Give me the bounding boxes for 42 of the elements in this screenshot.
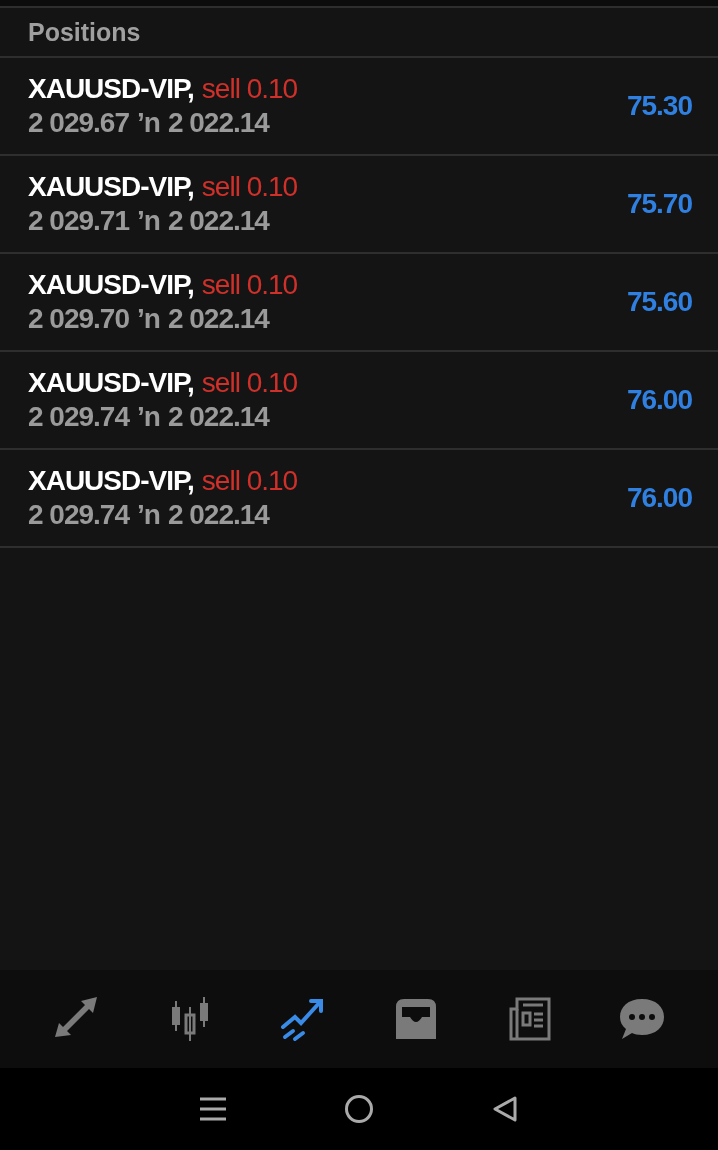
position-row[interactable]: XAUUSD-VIP, sell 0.10 2 029.71 ’n 2 022.14 75.70 [0,156,718,254]
order-side: sell 0.10 [201,465,298,497]
open-price: 2 029.70 [28,303,129,335]
order-side: sell 0.10 [201,73,298,105]
profit-value: 75.60 [626,286,692,318]
open-price: 2 029.74 [28,499,129,531]
position-row[interactable]: XAUUSD-VIP, sell 0.10 2 029.74 ’n 2 022.14 76.00 [0,352,718,450]
order-side: sell 0.10 [201,269,298,301]
position-row[interactable]: XAUUSD-VIP, sell 0.10 2 029.74 ’n 2 022.14 76.00 [0,450,718,548]
arrow-glyph: ’n [137,107,160,139]
profit-value: 75.70 [626,188,692,220]
symbol: XAUUSD-VIP, [28,367,194,399]
position-row[interactable]: XAUUSD-VIP, sell 0.10 2 029.67 ’n 2 022.14 75.30 [0,58,718,156]
home-button[interactable] [344,1094,374,1124]
back-icon [491,1095,520,1123]
open-price: 2 029.71 [28,205,129,237]
arrow-glyph: ’n [137,401,160,433]
profit-value: 76.00 [626,384,692,416]
section-title: Positions [28,17,141,47]
profit-value: 76.00 [626,482,692,514]
symbol: XAUUSD-VIP, [28,171,194,203]
open-price: 2 029.67 [28,107,129,139]
menu-button[interactable] [198,1095,227,1123]
current-price: 2 022.14 [167,303,269,335]
current-price: 2 022.14 [167,401,269,433]
symbol: XAUUSD-VIP, [28,465,194,497]
current-price: 2 022.14 [167,107,269,139]
home-icon [344,1094,374,1124]
menu-icon [198,1095,227,1123]
arrow-glyph: ’n [137,205,160,237]
symbol: XAUUSD-VIP, [28,269,194,301]
arrow-glyph: ’n [137,303,160,335]
position-row[interactable]: XAUUSD-VIP, sell 0.10 2 029.70 ’n 2 022.14 75.60 [0,254,718,352]
open-price: 2 029.74 [28,401,129,433]
order-side: sell 0.10 [201,367,298,399]
arrow-glyph: ’n [137,499,160,531]
order-side: sell 0.10 [201,171,298,203]
current-price: 2 022.14 [167,205,269,237]
back-button[interactable] [491,1095,520,1123]
symbol: XAUUSD-VIP, [28,73,194,105]
current-price: 2 022.14 [167,499,269,531]
profit-value: 75.30 [626,90,692,122]
